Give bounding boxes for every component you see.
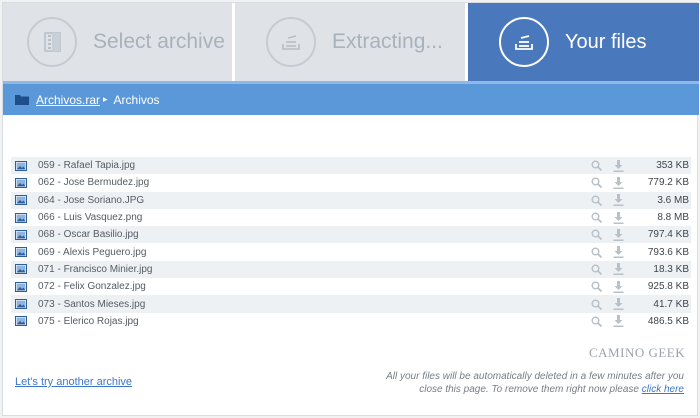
remove-files-link[interactable]: click here bbox=[642, 384, 684, 395]
file-name[interactable]: 072 - Felix Gonzalez.jpg bbox=[38, 281, 591, 292]
file-size: 486.5 KB bbox=[647, 315, 689, 327]
image-file-icon bbox=[15, 264, 27, 275]
file-row[interactable]: 068 - Oscar Basilio.jpg 797.4 KB bbox=[11, 226, 691, 244]
preview-icon[interactable] bbox=[591, 177, 603, 189]
deletion-notice: All your files will be automatically del… bbox=[364, 370, 684, 396]
breadcrumb-root-link[interactable]: Archivos.rar bbox=[36, 93, 100, 107]
watermark: CAMINO GEEK bbox=[589, 345, 686, 360]
breadcrumb-current: Archivos bbox=[113, 92, 160, 107]
file-row[interactable]: 075 - Elerico Rojas.jpg 486.5 KB bbox=[11, 313, 691, 330]
preview-icon[interactable] bbox=[591, 160, 603, 172]
deletion-notice-text: All your files will be automatically del… bbox=[386, 371, 684, 395]
file-size: 8.8 MB bbox=[657, 212, 689, 224]
file-row[interactable]: 059 - Rafael Tapia.jpg 353 KB bbox=[11, 157, 691, 175]
preview-icon[interactable] bbox=[591, 299, 603, 310]
file-size: 41.7 KB bbox=[653, 298, 689, 310]
file-name[interactable]: 069 - Alexis Peguero.jpg bbox=[38, 247, 591, 258]
file-row[interactable]: 069 - Alexis Peguero.jpg 793.6 KB bbox=[11, 243, 691, 260]
preview-icon[interactable] bbox=[591, 212, 603, 224]
file-name[interactable]: 062 - Jose Bermudez.jpg bbox=[38, 177, 591, 188]
download-icon[interactable] bbox=[613, 263, 625, 276]
file-size: 797.4 KB bbox=[647, 229, 689, 241]
step-select-archive[interactable]: Select archive bbox=[3, 3, 232, 81]
file-name[interactable]: 068 - Oscar Basilio.jpg bbox=[38, 229, 591, 240]
step-extracting[interactable]: Extracting... bbox=[235, 3, 465, 81]
image-file-icon bbox=[15, 160, 27, 171]
app-frame: Select archive Extracting... Your files … bbox=[2, 2, 699, 416]
image-file-icon bbox=[15, 212, 27, 223]
file-size: 925.8 KB bbox=[647, 281, 689, 293]
download-icon[interactable] bbox=[613, 211, 625, 224]
extract-icon bbox=[266, 17, 316, 67]
archive-icon bbox=[27, 17, 77, 67]
file-size: 793.6 KB bbox=[647, 246, 689, 258]
file-row[interactable]: 066 - Luis Vasquez.png 8.8 MB bbox=[11, 209, 691, 226]
download-icon[interactable] bbox=[613, 176, 625, 189]
download-icon[interactable] bbox=[613, 280, 625, 293]
step-label: Extracting... bbox=[332, 30, 443, 53]
wizard-steps: Select archive Extracting... Your files bbox=[3, 3, 699, 81]
file-size: 18.3 KB bbox=[653, 263, 689, 275]
file-name[interactable]: 071 - Francisco Minier.jpg bbox=[38, 264, 591, 275]
file-row[interactable]: 073 - Santos Mieses.jpg 41.7 KB bbox=[11, 295, 691, 313]
image-file-icon bbox=[15, 229, 27, 240]
file-size: 779.2 KB bbox=[647, 177, 689, 189]
file-name[interactable]: 059 - Rafael Tapia.jpg bbox=[38, 160, 591, 171]
image-file-icon bbox=[15, 281, 27, 292]
preview-icon[interactable] bbox=[591, 247, 603, 258]
download-icon[interactable] bbox=[613, 246, 625, 259]
file-size: 353 KB bbox=[656, 160, 689, 172]
file-row[interactable]: 071 - Francisco Minier.jpg 18.3 KB bbox=[11, 260, 691, 279]
download-icon[interactable] bbox=[613, 194, 625, 207]
image-file-icon bbox=[15, 299, 27, 310]
image-file-icon bbox=[15, 195, 27, 206]
file-name[interactable]: 073 - Santos Mieses.jpg bbox=[38, 299, 591, 310]
preview-icon[interactable] bbox=[591, 281, 603, 293]
tray-icon bbox=[499, 17, 549, 67]
preview-icon[interactable] bbox=[591, 316, 603, 327]
download-icon[interactable] bbox=[613, 315, 625, 328]
step-your-files[interactable]: Your files bbox=[468, 3, 699, 81]
image-file-icon bbox=[15, 247, 27, 258]
file-row[interactable]: 062 - Jose Bermudez.jpg 779.2 KB bbox=[11, 174, 691, 191]
folder-icon bbox=[15, 94, 29, 105]
image-file-icon bbox=[15, 316, 27, 327]
breadcrumb-separator-icon: ▸ bbox=[103, 94, 108, 104]
file-row[interactable]: 072 - Felix Gonzalez.jpg 925.8 KB bbox=[11, 278, 691, 295]
file-size: 3.6 MB bbox=[657, 194, 689, 206]
file-name[interactable]: 075 - Elerico Rojas.jpg bbox=[38, 316, 591, 327]
file-name[interactable]: 064 - Jose Soriano.JPG bbox=[38, 195, 591, 206]
download-icon[interactable] bbox=[613, 298, 625, 311]
preview-icon[interactable] bbox=[591, 229, 603, 241]
file-row[interactable]: 064 - Jose Soriano.JPG 3.6 MB bbox=[11, 191, 691, 209]
file-name[interactable]: 066 - Luis Vasquez.png bbox=[38, 212, 591, 223]
breadcrumb: Archivos.rar ▸ Archivos bbox=[3, 81, 699, 115]
step-label: Select archive bbox=[93, 30, 225, 53]
preview-icon[interactable] bbox=[591, 195, 603, 206]
preview-icon[interactable] bbox=[591, 264, 603, 275]
download-icon[interactable] bbox=[613, 228, 625, 241]
file-list: 059 - Rafael Tapia.jpg 353 KB 062 - Jose B… bbox=[11, 157, 691, 330]
image-file-icon bbox=[15, 177, 27, 188]
step-label: Your files bbox=[565, 30, 647, 53]
try-another-archive-link[interactable]: Let's try another archive bbox=[15, 376, 132, 388]
download-icon[interactable] bbox=[613, 159, 625, 172]
